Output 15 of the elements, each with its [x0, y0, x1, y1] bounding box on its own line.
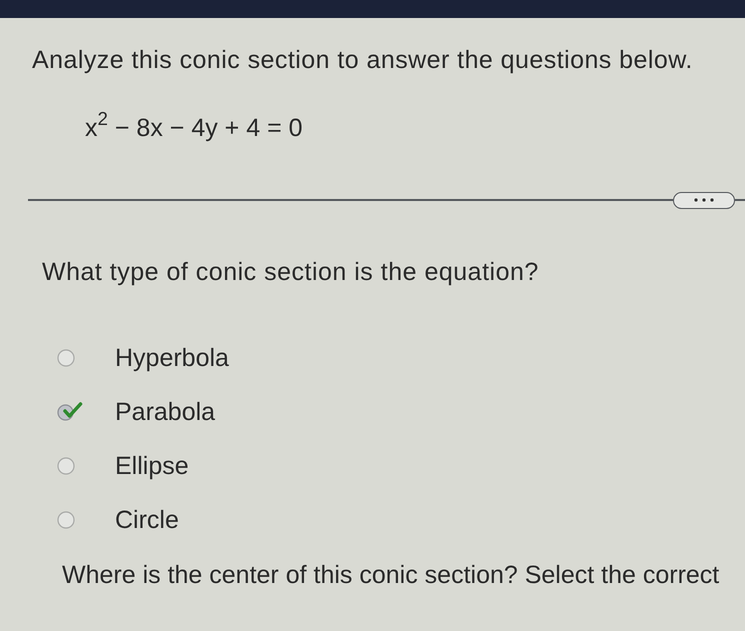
more-icon	[694, 198, 714, 202]
question-text: What type of conic section is the equation?	[42, 258, 539, 286]
radio-button[interactable]	[57, 349, 75, 367]
radio-button[interactable]	[57, 457, 75, 475]
radio-button[interactable]	[57, 400, 83, 420]
option-label[interactable]: Parabola	[115, 398, 216, 426]
check-icon	[63, 402, 82, 418]
equation-text: x$^{2}$ − 8x − 4y + 4 = 0	[85, 114, 303, 142]
more-button[interactable]	[673, 192, 735, 208]
question-text: Where is the center of this conic section? Select the correct	[62, 561, 720, 589]
radio-button[interactable]	[57, 511, 75, 529]
option-label[interactable]: Ellipse	[115, 452, 189, 480]
instructions-text: Analyze this conic section to answer the questions below.	[32, 46, 693, 74]
option-label[interactable]: Hyperbola	[115, 344, 229, 372]
option-label[interactable]: Circle	[115, 506, 179, 534]
